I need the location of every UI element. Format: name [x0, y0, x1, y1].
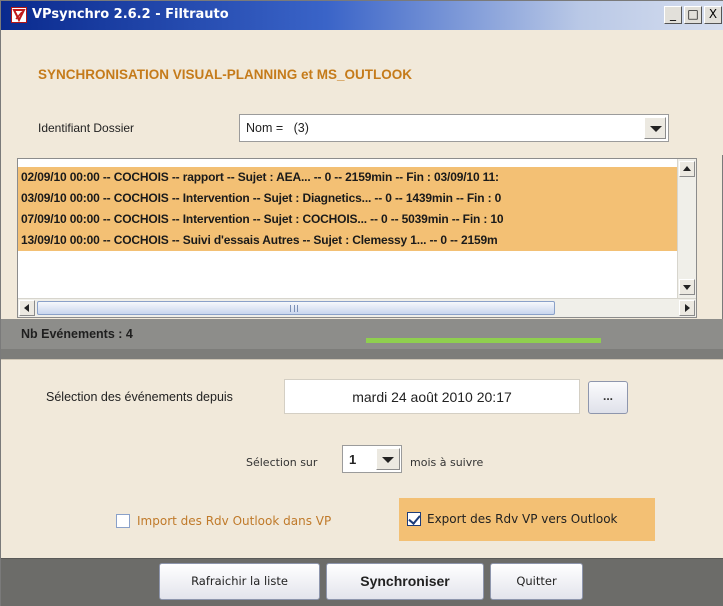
- button-bar: Rafraichir la liste Synchroniser Quitter: [1, 558, 723, 606]
- since-label: Sélection des événements depuis: [46, 390, 233, 404]
- title-bar[interactable]: VPsynchro 2.6.2 - Filtrauto _ □ X: [1, 1, 723, 30]
- export-checkbox[interactable]: [407, 512, 421, 526]
- minimize-button[interactable]: _: [664, 6, 682, 24]
- date-picker-button[interactable]: ...: [588, 381, 628, 414]
- list-item[interactable]: 03/09/10 00:00 -- COCHOIS -- Interventio…: [18, 188, 678, 209]
- months-select[interactable]: 1: [342, 445, 402, 473]
- months-label-right: mois à suivre: [410, 456, 484, 469]
- app-heading: SYNCHRONISATION VISUAL-PLANNING et MS_OU…: [38, 67, 413, 82]
- months-value: 1: [349, 452, 357, 467]
- divider: [1, 349, 723, 359]
- start-date-value: mardi 24 août 2010 20:17: [352, 389, 512, 405]
- event-count-label: Nb Evénements :: [21, 327, 126, 341]
- options-row: Import des Rdv Outlook dans VP Export de…: [1, 489, 723, 558]
- progress-bar: [366, 338, 601, 343]
- list-item[interactable]: 07/09/10 00:00 -- COCHOIS -- Interventio…: [18, 209, 678, 230]
- scroll-right-icon[interactable]: [679, 300, 695, 316]
- synchronize-button[interactable]: Synchroniser: [326, 563, 484, 600]
- progress-fill: [366, 338, 601, 343]
- chevron-down-icon[interactable]: [376, 448, 400, 470]
- list-item[interactable]: 02/09/10 00:00 -- COCHOIS -- rapport -- …: [18, 167, 678, 188]
- event-count: Nb Evénements : 4: [21, 327, 133, 341]
- scroll-up-icon[interactable]: [679, 161, 695, 177]
- scroll-left-icon[interactable]: [19, 300, 35, 316]
- folder-id-label: Identifiant Dossier: [38, 121, 135, 135]
- import-option[interactable]: Import des Rdv Outlook dans VP: [116, 513, 332, 529]
- horizontal-scroll-thumb[interactable]: [37, 301, 555, 315]
- export-label[interactable]: Export des Rdv VP vers Outlook: [427, 512, 618, 526]
- refresh-button[interactable]: Rafraichir la liste: [159, 563, 320, 600]
- folder-id-select[interactable]: Nom = (3): [239, 114, 669, 142]
- event-rows: 02/09/10 00:00 -- COCHOIS -- rapport -- …: [18, 167, 678, 251]
- chevron-down-icon[interactable]: [644, 117, 666, 139]
- scroll-down-icon[interactable]: [679, 279, 695, 295]
- event-count-value: 4: [125, 327, 133, 341]
- import-label[interactable]: Import des Rdv Outlook dans VP: [136, 513, 332, 529]
- folder-id-value: Nom = (3): [246, 121, 309, 135]
- quit-button[interactable]: Quitter: [490, 563, 583, 600]
- window-title: VPsynchro 2.6.2 - Filtrauto: [32, 7, 229, 22]
- start-date-field[interactable]: mardi 24 août 2010 20:17: [284, 379, 580, 414]
- event-list[interactable]: 02/09/10 00:00 -- COCHOIS -- rapport -- …: [17, 158, 697, 318]
- vpsynchro-logo-icon: [11, 7, 27, 23]
- event-count-bar: Nb Evénements : 4: [1, 319, 723, 349]
- app-window: VPsynchro 2.6.2 - Filtrauto _ □ X SYNCHR…: [0, 0, 723, 606]
- list-item[interactable]: 13/09/10 00:00 -- COCHOIS -- Suivi d'ess…: [18, 230, 678, 251]
- import-checkbox[interactable]: [116, 514, 130, 528]
- window-controls: _ □ X: [664, 6, 722, 24]
- vertical-scrollbar[interactable]: [677, 159, 696, 299]
- selection-panel: Sélection des événements depuis mardi 24…: [1, 359, 723, 489]
- export-option-box: Export des Rdv VP vers Outlook: [399, 498, 655, 541]
- close-button[interactable]: X: [704, 6, 722, 24]
- horizontal-scrollbar[interactable]: [18, 298, 696, 317]
- grip-icon: [290, 305, 298, 312]
- months-label-left: Sélection sur: [246, 456, 318, 469]
- export-option[interactable]: Export des Rdv VP vers Outlook: [407, 512, 618, 526]
- header-panel: SYNCHRONISATION VISUAL-PLANNING et MS_OU…: [1, 30, 723, 155]
- maximize-button[interactable]: □: [684, 6, 702, 24]
